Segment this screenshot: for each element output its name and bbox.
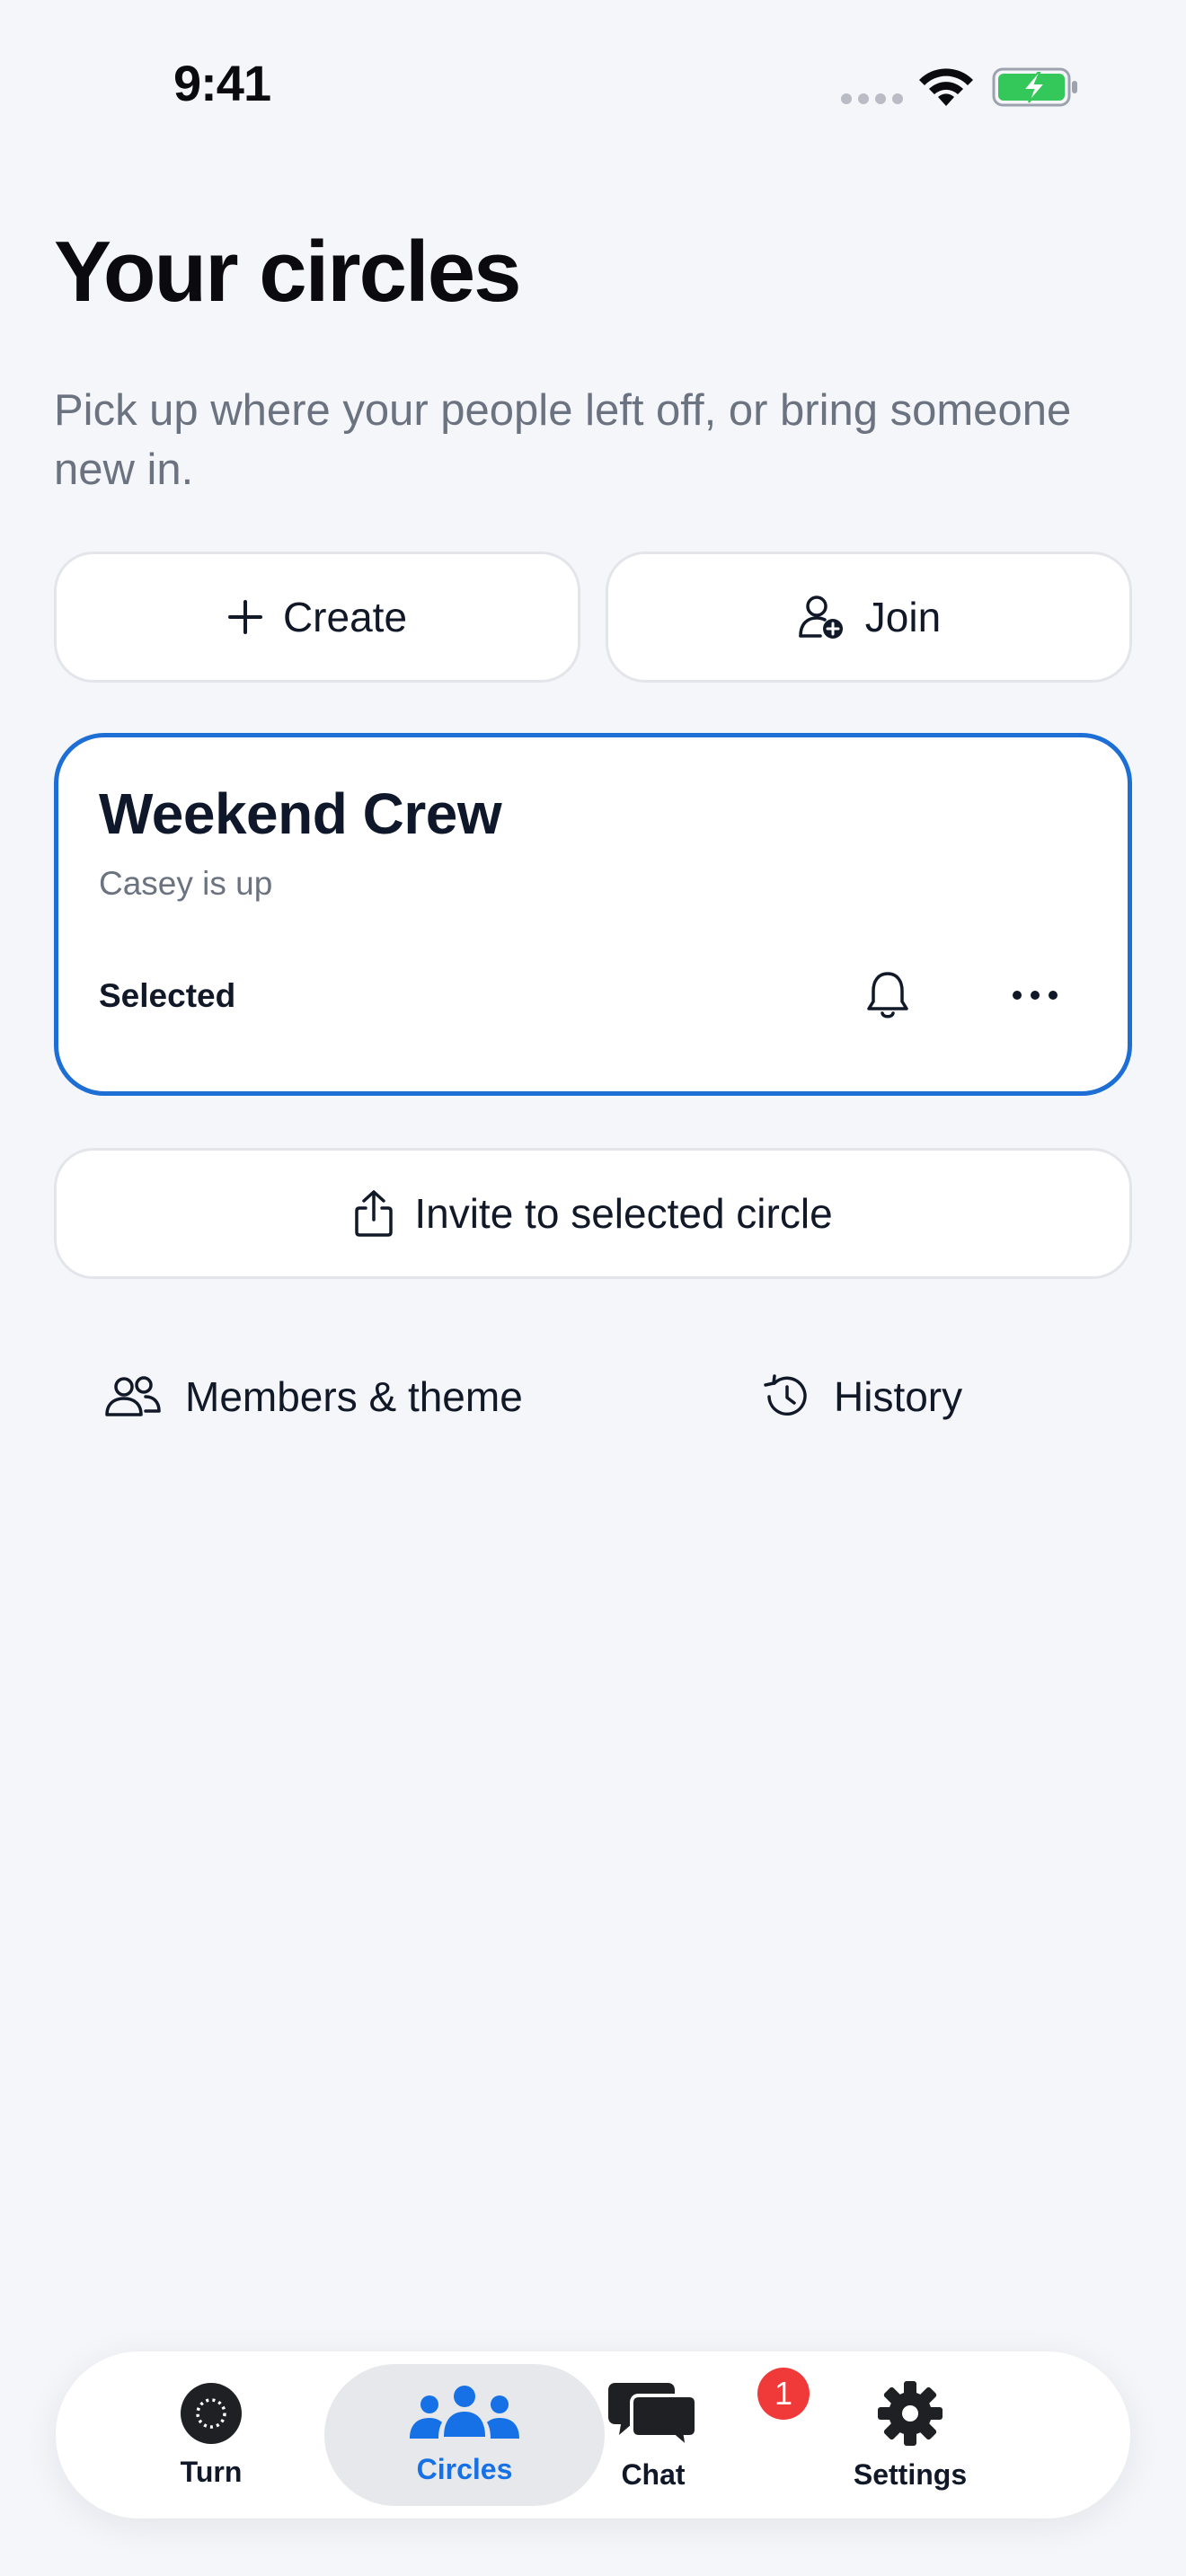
notifications-button[interactable] [856,964,919,1027]
more-options-button[interactable] [1004,964,1067,1027]
bell-icon [867,972,908,1019]
circle-name: Weekend Crew [99,781,502,846]
people-outline-icon [105,1376,161,1416]
tab-turn[interactable]: Turn [83,2351,340,2519]
more-horizontal-icon [1013,991,1058,1000]
gear-icon [878,2380,943,2446]
page-subtitle: Pick up where your people left off, or b… [54,386,1072,494]
page-title: Your circles [54,224,521,320]
chat-unread-badge: 1 [757,2368,810,2420]
create-button[interactable]: Create [54,551,580,683]
plus-icon [227,600,262,634]
share-icon [355,1190,394,1237]
join-button[interactable]: Join [606,551,1132,683]
tab-circles-label: Circles [416,2452,513,2485]
cellular-signal-icon [841,93,903,104]
create-button-label: Create [282,594,408,640]
people-icon [410,2385,519,2439]
selected-label: Selected [99,977,236,1014]
join-button-label: Join [864,594,942,640]
status-bar: 9:41 [0,0,1186,171]
circles-screen: 9:41 Your circles Pick up where your peo… [0,0,1186,2576]
members-theme-label: Members & theme [185,1373,523,1420]
tab-bar: Turn Circles Chat Settings [56,2351,1130,2519]
status-time: 9:41 [173,55,271,111]
tab-settings[interactable]: Settings [782,2351,1039,2519]
turn-icon [181,2382,242,2444]
add-person-icon [799,595,843,639]
invite-button-label: Invite to selected circle [414,1190,833,1237]
chat-bubbles-icon [608,2382,698,2448]
tab-chat-label: Chat [621,2457,686,2491]
circle-status: Casey is up [99,865,273,902]
tab-turn-label: Turn [180,2455,243,2488]
members-theme-link[interactable]: Members & theme [104,1365,523,1428]
wifi-icon [919,68,973,106]
tab-settings-label: Settings [853,2457,968,2491]
circle-card[interactable]: Weekend Crew Casey is up Selected [54,733,1132,1096]
history-icon [764,1374,807,1416]
battery-charging-icon [992,67,1077,107]
history-link[interactable]: History [762,1365,962,1428]
invite-button[interactable]: Invite to selected circle [54,1148,1132,1279]
tab-chat[interactable]: Chat [525,2351,782,2519]
history-label: History [834,1373,963,1420]
